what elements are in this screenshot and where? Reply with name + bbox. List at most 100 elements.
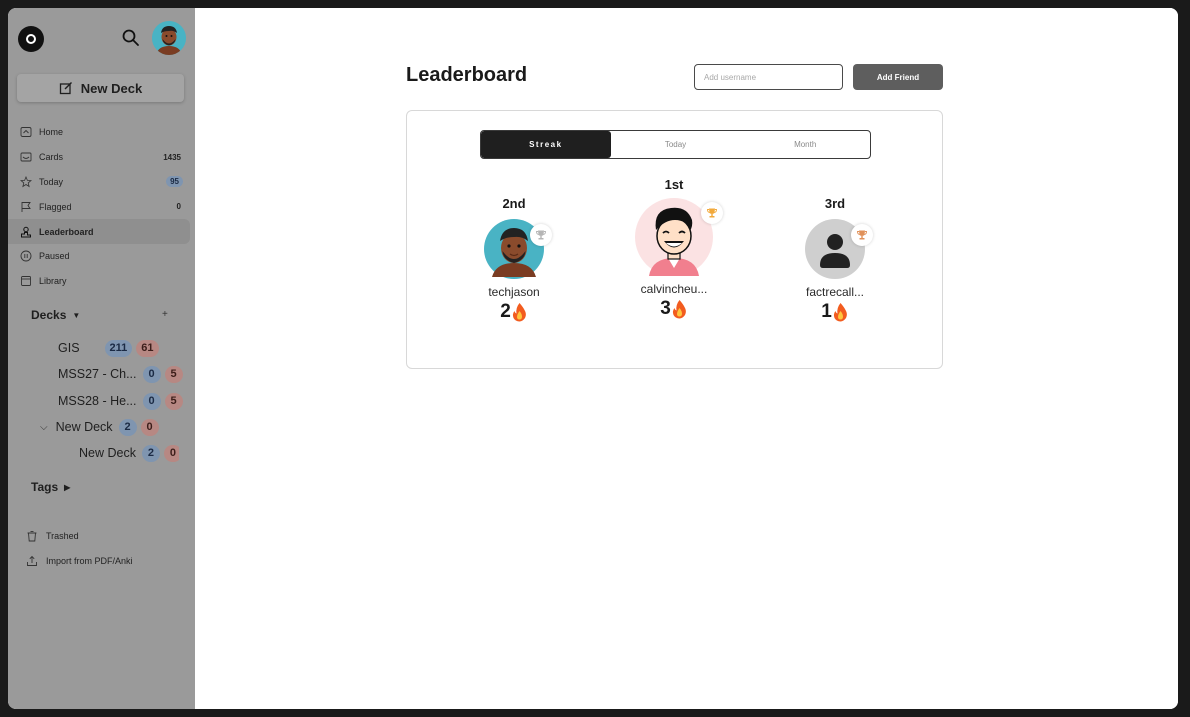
sidebar-item-today[interactable]: Today 95 bbox=[8, 170, 195, 195]
tags-label: Tags bbox=[31, 480, 59, 494]
sidebar-item-label: Home bbox=[39, 127, 64, 138]
podium-first: 1st calvincheu... 3 bbox=[614, 177, 734, 320]
tab-streak[interactable]: Streak bbox=[481, 131, 611, 158]
deck-new-count: 0 bbox=[142, 365, 161, 383]
sidebar-item-library[interactable]: Library bbox=[8, 269, 195, 294]
deck-name: MSS28 - He... bbox=[58, 394, 137, 408]
deck-item[interactable]: New Deck 2 0 bbox=[79, 443, 179, 463]
streak-value: 3 bbox=[660, 298, 671, 319]
main-content: Leaderboard Add Friend Streak Today Mont… bbox=[195, 8, 1178, 709]
fire-icon bbox=[512, 303, 526, 322]
sidebar-item-label: Flagged bbox=[39, 201, 72, 212]
deck-due-count: 5 bbox=[164, 392, 183, 410]
deck-new-count: 211 bbox=[104, 339, 133, 357]
sidebar-item-leaderboard[interactable]: Leaderboard bbox=[8, 219, 190, 244]
streak-count: 2 bbox=[454, 301, 574, 323]
flagged-count: 0 bbox=[176, 202, 181, 212]
caret-right-icon: ▶ bbox=[64, 482, 71, 492]
rank-label: 2nd bbox=[502, 196, 526, 211]
leader-username: calvincheu... bbox=[640, 282, 708, 296]
today-badge: 95 bbox=[166, 176, 183, 188]
search-icon[interactable] bbox=[121, 28, 141, 48]
import-link[interactable]: Import from PDF/Anki bbox=[26, 553, 133, 569]
deck-item[interactable]: ⌵ New Deck 2 0 bbox=[40, 417, 159, 437]
rank-label: 3rd bbox=[824, 196, 846, 211]
sidebar-item-label: Cards bbox=[39, 152, 64, 163]
trashed-link[interactable]: Trashed bbox=[26, 528, 79, 544]
streak-value: 2 bbox=[500, 301, 511, 322]
add-friend-button[interactable]: Add Friend bbox=[853, 64, 943, 90]
streak-count: 1 bbox=[775, 301, 895, 323]
leaderboard-tabs: Streak Today Month bbox=[480, 130, 871, 159]
deck-item[interactable]: GIS 211 61 bbox=[58, 338, 159, 358]
streak-count: 3 bbox=[614, 298, 734, 320]
upload-icon bbox=[26, 555, 38, 567]
deck-item[interactable]: MSS27 - Ch... 0 5 bbox=[58, 364, 184, 384]
fire-icon bbox=[833, 303, 847, 322]
deck-due-count: 61 bbox=[136, 339, 159, 357]
tags-section-toggle[interactable]: Tags ▶ bbox=[31, 480, 70, 494]
pause-icon bbox=[20, 250, 32, 262]
tab-today[interactable]: Today bbox=[611, 131, 741, 158]
avatar bbox=[484, 219, 552, 279]
sidebar-item-cards[interactable]: Cards 1435 bbox=[8, 145, 195, 170]
sidebar-item-label: Today bbox=[39, 176, 64, 187]
decks-section-toggle[interactable]: Decks ▼ bbox=[31, 307, 171, 323]
rank-label: 1st bbox=[664, 177, 684, 192]
deck-due-count: 5 bbox=[164, 365, 183, 383]
deck-name: GIS bbox=[58, 341, 80, 355]
star-icon bbox=[20, 175, 32, 188]
deck-new-count: 2 bbox=[141, 444, 160, 462]
sidebar: New Deck Home Cards 1435 Today 95 Flagge… bbox=[8, 8, 195, 709]
deck-due-count: 0 bbox=[140, 418, 159, 436]
trashed-label: Trashed bbox=[46, 531, 79, 541]
edit-icon bbox=[59, 82, 72, 95]
podium-second: 2nd techjason 2 bbox=[454, 196, 574, 323]
sidebar-item-flagged[interactable]: Flagged 0 bbox=[8, 194, 195, 219]
chevron-down-icon[interactable]: ⌵ bbox=[40, 422, 48, 433]
leaderboard-card: Streak Today Month 2nd techjason 2 1st c… bbox=[406, 110, 943, 369]
caret-down-icon: ▼ bbox=[72, 310, 81, 320]
tab-month[interactable]: Month bbox=[740, 131, 870, 158]
add-deck-icon[interactable]: + bbox=[162, 309, 168, 320]
deck-name: MSS27 - Ch... bbox=[58, 367, 137, 381]
flag-icon bbox=[20, 201, 32, 213]
app-window: New Deck Home Cards 1435 Today 95 Flagge… bbox=[8, 8, 1178, 709]
fire-icon bbox=[672, 300, 686, 319]
username-input[interactable] bbox=[694, 64, 843, 90]
deck-due-count: 0 bbox=[163, 444, 179, 462]
user-avatar[interactable] bbox=[152, 21, 186, 55]
deck-new-count: 2 bbox=[118, 418, 137, 436]
deck-new-count: 0 bbox=[142, 392, 161, 410]
trophy-icon bbox=[701, 202, 723, 224]
import-label: Import from PDF/Anki bbox=[46, 556, 133, 566]
cards-count: 1435 bbox=[163, 152, 181, 162]
avatar bbox=[635, 198, 723, 276]
page-title: Leaderboard bbox=[406, 64, 528, 86]
sidebar-topbar bbox=[8, 8, 195, 68]
trash-icon bbox=[26, 530, 38, 542]
deck-item[interactable]: MSS28 - He... 0 5 bbox=[58, 391, 184, 411]
leader-username: techjason bbox=[488, 285, 540, 299]
sidebar-item-label: Leaderboard bbox=[39, 226, 94, 237]
decks-label: Decks bbox=[31, 308, 67, 322]
sidebar-item-home[interactable]: Home bbox=[8, 120, 195, 145]
avatar bbox=[805, 219, 873, 279]
leader-username: factrecall... bbox=[805, 285, 865, 299]
new-deck-label: New Deck bbox=[80, 80, 143, 96]
new-deck-button[interactable]: New Deck bbox=[17, 74, 184, 102]
trophy-icon bbox=[851, 224, 873, 246]
sidebar-nav: Home Cards 1435 Today 95 Flagged 0 Leade… bbox=[8, 120, 195, 294]
home-icon bbox=[20, 126, 32, 138]
cards-icon bbox=[20, 151, 32, 163]
sidebar-item-label: Paused bbox=[39, 251, 70, 262]
sidebar-item-label: Library bbox=[39, 276, 67, 287]
sidebar-item-paused[interactable]: Paused bbox=[8, 244, 195, 269]
deck-name: New Deck bbox=[55, 420, 113, 434]
deck-name: New Deck bbox=[79, 446, 136, 460]
leaderboard-icon bbox=[20, 226, 32, 238]
app-logo[interactable] bbox=[18, 26, 44, 52]
streak-value: 1 bbox=[821, 301, 832, 322]
podium-third: 3rd factrecall... 1 bbox=[775, 196, 895, 323]
library-icon bbox=[20, 275, 32, 287]
